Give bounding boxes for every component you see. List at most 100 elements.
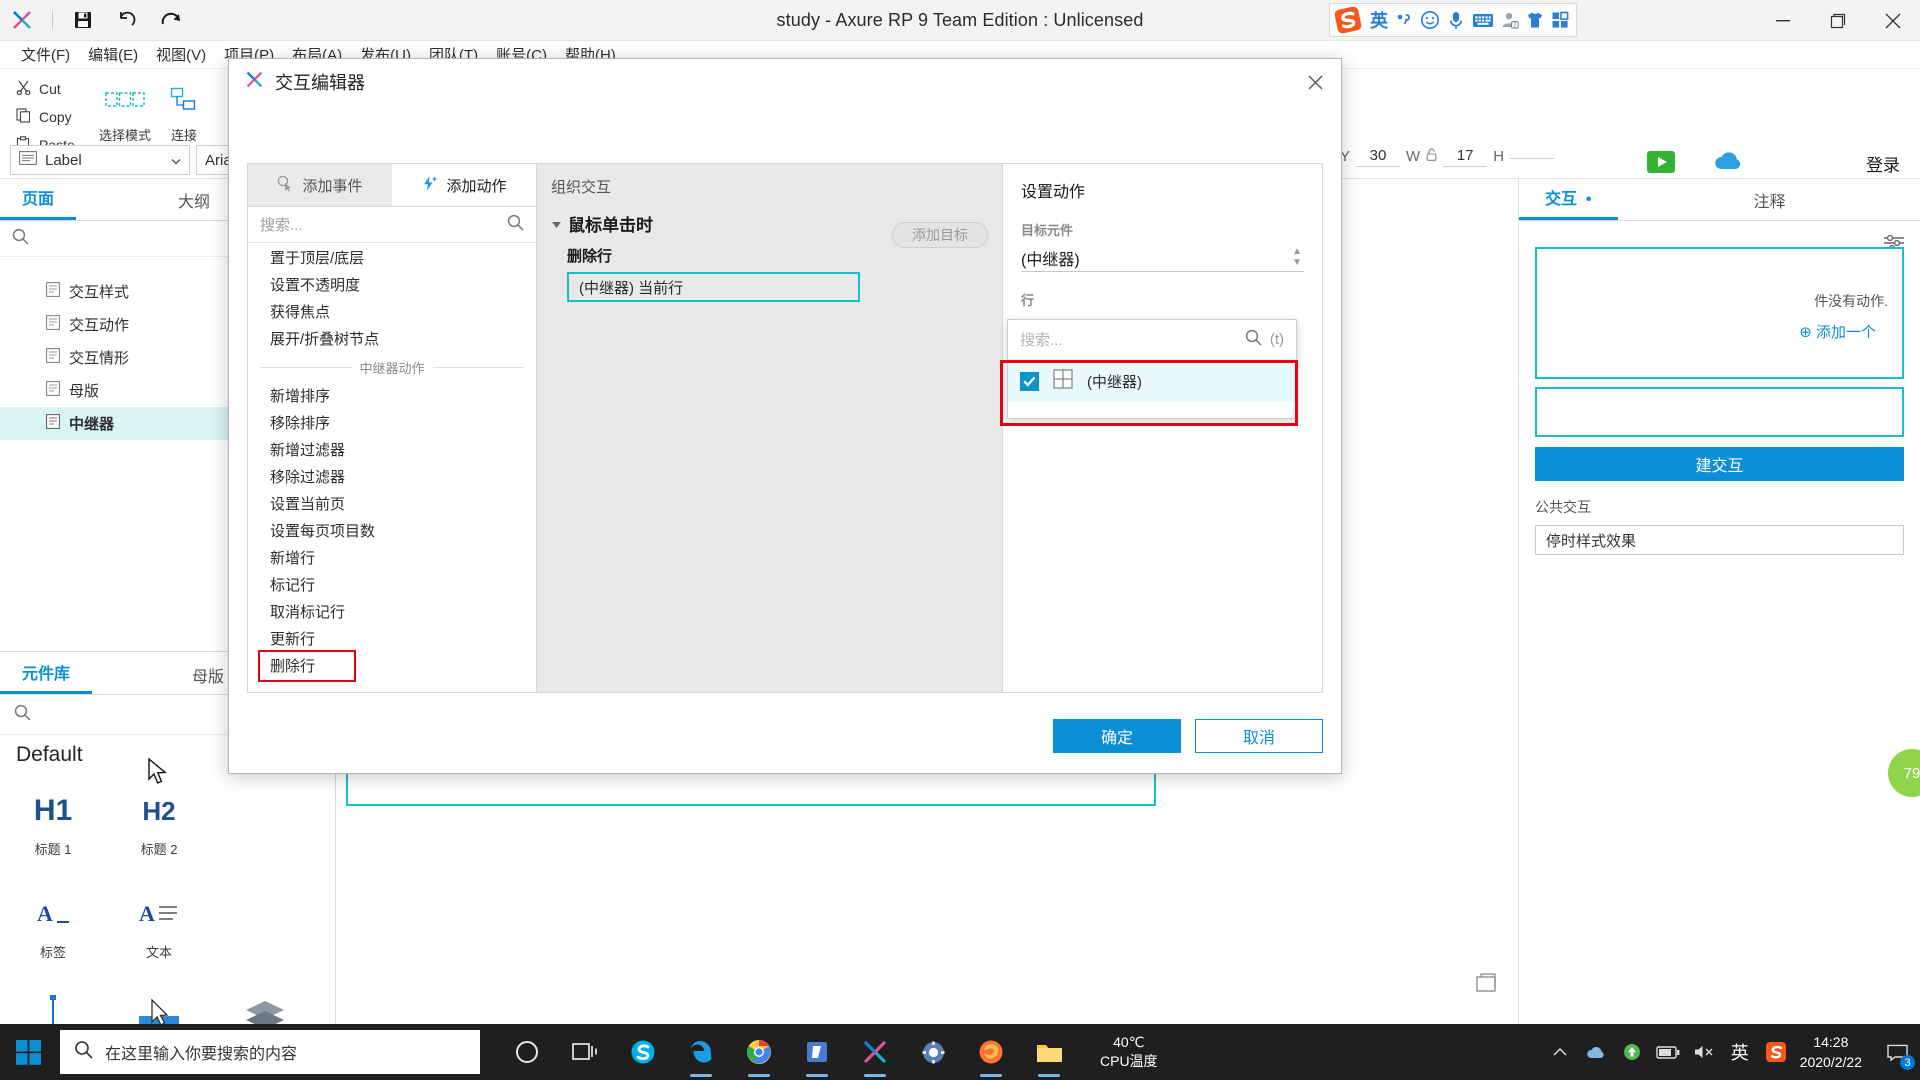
taskview-icon[interactable] — [556, 1024, 614, 1080]
menu-item-edit[interactable]: 编辑(E) — [79, 41, 147, 68]
search-icon[interactable] — [507, 214, 524, 236]
tab-add-event[interactable]: 添加事件 — [248, 164, 392, 206]
tab-notes[interactable]: 注释 — [1728, 188, 1812, 220]
login-button[interactable]: 登录 — [1866, 151, 1900, 176]
action-item-add-filter[interactable]: 新增过滤器 — [248, 436, 536, 463]
action-item-add-row[interactable]: 新增行 — [248, 544, 536, 571]
tab-outline[interactable]: 大纲 — [156, 188, 232, 220]
redo-icon[interactable] — [149, 0, 193, 40]
lock-icon[interactable] — [1426, 148, 1437, 165]
w-label: W — [1406, 148, 1420, 165]
taskbar-ime-label[interactable]: 英 — [1722, 1024, 1758, 1080]
update-icon[interactable] — [1614, 1024, 1650, 1080]
cloud-icon[interactable] — [1578, 1024, 1614, 1080]
chrome-icon[interactable] — [730, 1024, 788, 1080]
microphone-icon[interactable] — [1447, 10, 1465, 30]
notification-center-button[interactable]: 3 — [1874, 1024, 1920, 1080]
action-item-set-current-page[interactable]: 设置当前页 — [248, 490, 536, 517]
sogou-logo-icon[interactable] — [1333, 5, 1363, 35]
action-item-unmark-row[interactable]: 取消标记行 — [248, 598, 536, 625]
action-item-update-row[interactable]: 更新行 — [248, 625, 536, 652]
widget-row: A 标签 A 文本 — [0, 876, 336, 961]
widget-heading1[interactable]: H1 标题 1 — [0, 773, 106, 858]
menu-item-file[interactable]: 文件(F) — [12, 41, 79, 68]
taskbar-search-input[interactable]: 在这里输入你要搜索的内容 — [60, 1030, 480, 1074]
chevron-down-icon — [171, 152, 181, 169]
undo-icon[interactable] — [105, 0, 149, 40]
sogou-tray-icon[interactable] — [1758, 1024, 1794, 1080]
tab-add-action[interactable]: 添加动作 — [392, 164, 536, 206]
cortana-icon[interactable] — [498, 1024, 556, 1080]
action-item-expand-collapse-tree[interactable]: 展开/折叠树节点 — [248, 325, 536, 352]
action-item-focus[interactable]: 获得焦点 — [248, 298, 536, 325]
tab-widget-library[interactable]: 元件库 — [0, 660, 92, 694]
y-input[interactable]: 30 — [1356, 145, 1400, 167]
dropdown-item-repeater[interactable]: (中继器) — [1008, 360, 1296, 402]
skype-icon[interactable] — [614, 1024, 672, 1080]
keyboard-icon[interactable] — [1472, 12, 1494, 29]
punctuation-icon[interactable] — [1395, 11, 1413, 29]
tab-pages[interactable]: 页面 — [0, 185, 76, 220]
close-button[interactable] — [1865, 0, 1920, 41]
dropdown-tag-label[interactable]: (t) — [1270, 331, 1284, 348]
dropdown-search-placeholder: 搜索... — [1020, 329, 1237, 350]
taskbar-clock[interactable]: 14:28 2020/2/22 — [1794, 1032, 1874, 1073]
store-icon[interactable] — [788, 1024, 846, 1080]
user-icon[interactable]: 2 — [1501, 11, 1519, 29]
action-item-set-opacity[interactable]: 设置不透明度 — [248, 271, 536, 298]
edge-icon[interactable] — [672, 1024, 730, 1080]
cpu-temperature-widget[interactable]: 40℃ CPU温度 — [1100, 1033, 1158, 1071]
add-target-button[interactable]: 添加目标 — [892, 222, 988, 248]
action-item-delete-row[interactable]: 删除行 — [248, 652, 536, 679]
axure-icon[interactable] — [846, 1024, 904, 1080]
skin-icon[interactable] — [1526, 11, 1544, 29]
select-mode-tool[interactable]: 选择模式 — [96, 75, 154, 144]
action-search-field[interactable]: 搜索... — [248, 207, 536, 243]
action-item-set-items-per-page[interactable]: 设置每页项目数 — [248, 517, 536, 544]
maximize-button[interactable] — [1810, 0, 1865, 41]
score-badge[interactable]: 79 — [1888, 749, 1920, 797]
action-item-add-sort[interactable]: 新增排序 — [248, 382, 536, 409]
explorer-icon[interactable] — [1020, 1024, 1078, 1080]
widget-label-element[interactable]: A 标签 — [0, 876, 106, 961]
expand-canvas-icon[interactable] — [1476, 973, 1496, 998]
firefox-icon[interactable] — [962, 1024, 1020, 1080]
start-button[interactable] — [0, 1024, 58, 1080]
action-item-remove-sort[interactable]: 移除排序 — [248, 409, 536, 436]
action-item-remove-filter[interactable]: 移除过滤器 — [248, 463, 536, 490]
spinner-icon[interactable]: ▲▼ — [1292, 246, 1302, 268]
menu-item-view[interactable]: 视图(V) — [147, 41, 215, 68]
confirm-button[interactable]: 确定 — [1053, 719, 1181, 753]
checkbox-checked-icon[interactable] — [1020, 372, 1039, 391]
target-row[interactable]: (中继器) 当前行 — [567, 272, 860, 302]
clock-time: 14:28 — [1800, 1032, 1862, 1052]
dropdown-search-field[interactable]: 搜索... (t) — [1008, 320, 1296, 360]
chevron-up-icon[interactable] — [1542, 1024, 1578, 1080]
text-icon: A — [106, 886, 212, 942]
tab-interactions[interactable]: 交互 • — [1519, 185, 1618, 220]
search-icon[interactable] — [1245, 329, 1262, 351]
widget-style-select[interactable]: Label — [10, 145, 190, 175]
settings-icon[interactable] — [904, 1024, 962, 1080]
cancel-button[interactable]: 取消 — [1195, 719, 1323, 753]
connect-tool[interactable]: 连接 — [163, 75, 205, 144]
hover-style-field[interactable]: 停时样式效果 — [1535, 525, 1904, 555]
emoji-icon[interactable] — [1420, 10, 1440, 30]
triangle-down-icon[interactable] — [551, 214, 562, 234]
w-input[interactable]: 17 — [1443, 145, 1487, 167]
add-one-button[interactable]: ⊕ 添加一个 — [1799, 321, 1876, 342]
ime-mode-label[interactable]: 英 — [1370, 7, 1388, 33]
new-interaction-button[interactable]: 建交互 — [1535, 447, 1904, 481]
action-item-bring-to-front[interactable]: 置于顶层/底层 — [248, 244, 536, 271]
widget-text-element[interactable]: A 文本 — [106, 876, 212, 961]
action-node[interactable]: 删除行 — [567, 245, 1002, 266]
toolbox-icon[interactable] — [1551, 11, 1569, 29]
action-item-mark-row[interactable]: 标记行 — [248, 571, 536, 598]
h-input[interactable] — [1510, 154, 1554, 159]
dialog-close-button[interactable] — [1295, 63, 1335, 101]
target-element-select[interactable]: (中继器) ▲▼ — [1021, 244, 1304, 272]
volume-icon[interactable] — [1686, 1024, 1722, 1080]
save-icon[interactable] — [61, 0, 105, 40]
minimize-button[interactable] — [1755, 0, 1810, 41]
battery-icon[interactable] — [1650, 1024, 1686, 1080]
